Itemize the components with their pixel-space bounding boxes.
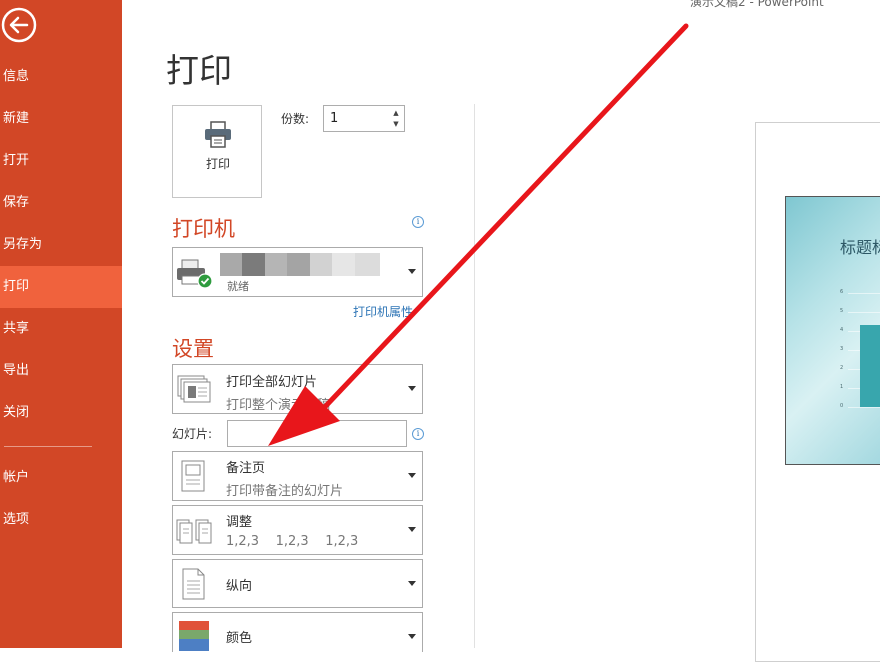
chevron-down-icon (408, 634, 416, 639)
back-arrow-icon (1, 7, 37, 43)
back-button[interactable] (0, 4, 40, 44)
color-swatch-icon (179, 621, 209, 651)
chevron-down-icon (408, 269, 416, 274)
spin-down-icon[interactable]: ▼ (391, 119, 401, 129)
chart-gridline (848, 293, 880, 294)
nav-item-close[interactable]: 关闭 (0, 392, 122, 434)
y-tick: 4 (840, 327, 844, 333)
nav-item-share[interactable]: 共享 (0, 308, 122, 350)
nav-item-open[interactable]: 打开 (0, 140, 122, 182)
print-layout-subtitle: 打印带备注的幻灯片 (226, 484, 344, 499)
y-tick: 2 (840, 365, 844, 371)
page-title: 打印 (166, 51, 232, 90)
nav-item-save-as[interactable]: 另存为 (0, 224, 122, 266)
notes-page-icon (181, 460, 205, 492)
printer-ready-icon (177, 259, 213, 289)
printer-status: 就绪 (227, 280, 249, 293)
collate-title: 调整 (226, 515, 253, 530)
print-range-title: 打印全部幻灯片 (226, 375, 318, 390)
nav-item-save[interactable]: 保存 (0, 182, 122, 224)
red-arrow-icon (268, 23, 689, 446)
print-button[interactable]: 打印 (172, 105, 262, 198)
chart-bar (860, 325, 880, 407)
settings-section-title: 设置 (172, 337, 214, 361)
chevron-down-icon (408, 386, 416, 391)
slides-info-icon[interactable]: i (412, 428, 424, 440)
print-layout-dropdown[interactable]: 备注页 打印带备注的幻灯片 (172, 451, 423, 501)
pane-divider (474, 104, 475, 648)
chevron-down-icon (408, 527, 416, 532)
slides-label: 幻灯片: (172, 427, 213, 441)
nav-item-print[interactable]: 打印 (0, 266, 122, 308)
copies-value: 1 (330, 111, 339, 126)
chart-gridline (848, 407, 880, 408)
nav-item-info[interactable]: 信息 (0, 56, 122, 98)
collate-subtitle: 1,2,3 1,2,3 1,2,3 (226, 534, 359, 549)
chevron-down-icon (408, 580, 416, 586)
slides-input[interactable] (227, 420, 407, 447)
printer-section-title: 打印机 (172, 217, 235, 241)
all-slides-icon (177, 375, 211, 403)
window-title: 演示文稿2 - PowerPoint (690, 0, 824, 9)
nav-divider (4, 446, 92, 447)
print-button-label: 打印 (205, 157, 230, 171)
printer-icon (205, 121, 231, 148)
y-tick: 6 (840, 289, 844, 295)
printer-properties-link[interactable]: 打印机属性 (353, 303, 413, 320)
orientation-dropdown[interactable]: 纵向 (172, 559, 423, 608)
spin-up-icon[interactable]: ▲ (391, 108, 401, 118)
printer-info-icon[interactable]: i (412, 216, 424, 228)
orientation-title: 纵向 (226, 579, 253, 594)
copies-spinner[interactable]: 1 ▲ ▼ (323, 105, 405, 132)
nav-item-account[interactable]: 帐户 (0, 457, 122, 499)
print-range-subtitle: 打印整个演示文稿 (226, 398, 331, 413)
portrait-icon (182, 568, 205, 600)
y-tick: 1 (840, 384, 844, 390)
print-range-dropdown[interactable]: 打印全部幻灯片 打印整个演示文稿 (172, 364, 423, 414)
color-dropdown[interactable]: 颜色 (172, 612, 423, 652)
printer-name-redacted (220, 253, 380, 276)
print-layout-title: 备注页 (226, 461, 266, 476)
y-tick: 0 (840, 403, 844, 409)
nav-item-new[interactable]: 新建 (0, 98, 122, 140)
copies-label: 份数: (281, 112, 310, 126)
slide-preview: 标题标 6 5 4 3 2 1 0 (785, 196, 880, 465)
chart-gridline (848, 312, 880, 313)
nav-item-options[interactable]: 选项 (0, 499, 122, 541)
backstage-sidebar: 信息 新建 打开 保存 另存为 打印 共享 导出 关闭 帐户 选项 (0, 0, 122, 648)
collate-dropdown[interactable]: 调整 1,2,3 1,2,3 1,2,3 (172, 505, 423, 555)
slide-title: 标题标 (840, 238, 880, 257)
nav-item-export[interactable]: 导出 (0, 350, 122, 392)
collate-icon (176, 519, 212, 544)
chevron-down-icon (408, 473, 416, 478)
color-title: 颜色 (226, 631, 253, 646)
y-tick: 5 (840, 308, 844, 314)
y-tick: 3 (840, 346, 844, 352)
